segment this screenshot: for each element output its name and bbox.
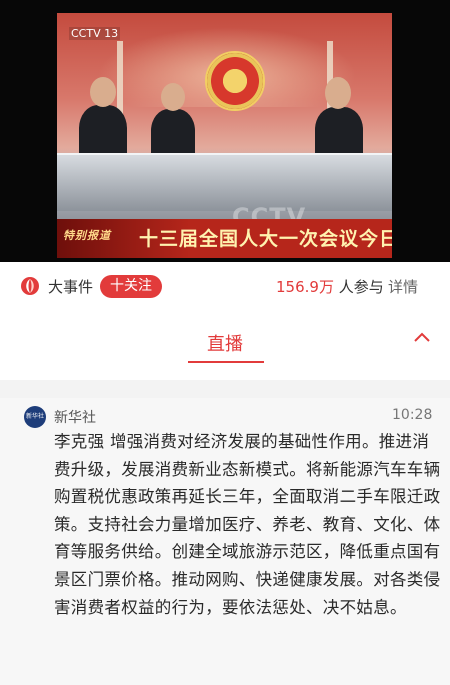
national-emblem-icon — [205, 51, 265, 111]
source-avatar[interactable]: 新华社 — [24, 406, 46, 428]
video-frame: CCTV 13 CCTV 特别报道 十三届全国人大一次会议今日开幕 — [57, 13, 392, 258]
post-source[interactable]: 新华社 — [54, 407, 96, 427]
participant-suffix: 人参与 — [338, 278, 384, 296]
app-logo-icon — [21, 277, 39, 295]
post-time: 10:28 — [392, 407, 433, 423]
event-info-bar: 大事件 十关注 156.9万 人参与 详情 — [0, 262, 450, 310]
tab-bar: 直播 — [0, 310, 450, 380]
details-link[interactable]: 详情 — [388, 276, 418, 297]
participant-count: 156.9万 人参与 — [276, 276, 384, 297]
chevron-up-icon[interactable] — [412, 330, 432, 344]
participant-number: 156.9万 — [276, 278, 334, 296]
guest-left-head — [90, 77, 116, 107]
post-content: 李克强 增强消费对经济发展的基础性作用。推进消费升级，发展消费新业态新模式。将新… — [54, 432, 441, 617]
host-head — [325, 77, 351, 109]
follow-button[interactable]: 十关注 — [100, 275, 162, 298]
guest-middle-head — [161, 83, 185, 111]
studio-desk — [57, 153, 392, 211]
ticker-headline: 十三届全国人大一次会议今日开幕 — [139, 228, 392, 250]
active-tab-indicator — [188, 361, 264, 363]
video-player[interactable]: CCTV 13 CCTV 特别报道 十三届全国人大一次会议今日开幕 — [0, 0, 450, 262]
channel-logo: CCTV 13 — [69, 27, 121, 40]
topic-label[interactable]: 大事件 — [48, 276, 93, 297]
ticker-tag: 特别报道 — [63, 229, 111, 242]
live-post: 新华社 新华社 10:28 李克强 增强消费对经济发展的基础性作用。推进消费升级… — [0, 398, 450, 685]
section-divider — [0, 380, 450, 398]
news-ticker: 特别报道 十三届全国人大一次会议今日开幕 — [57, 219, 392, 258]
tab-live[interactable]: 直播 — [207, 330, 243, 356]
